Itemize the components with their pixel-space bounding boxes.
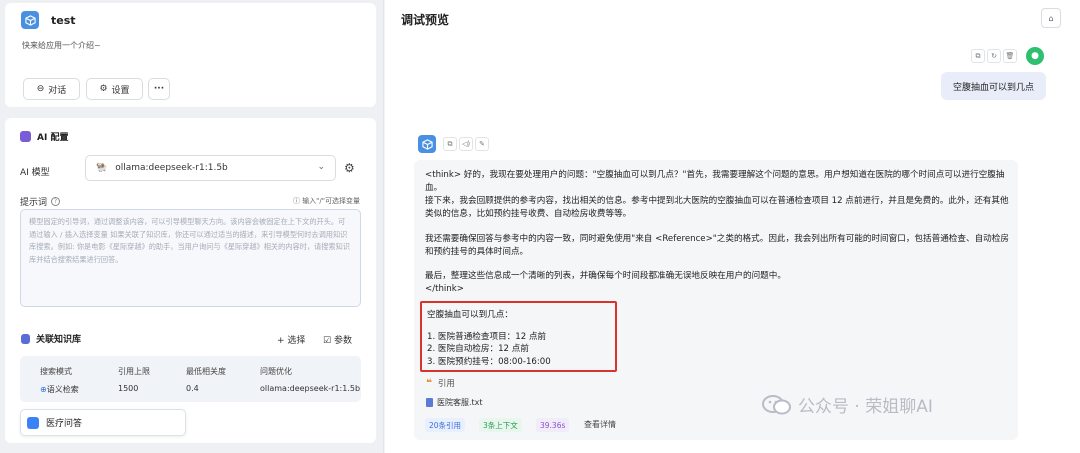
ai-message-tools: ⧉ ◁) ✎ [443,137,489,151]
context-badge[interactable]: 3条上下文 [479,418,522,432]
kb-select-button[interactable]: + 选择 [277,333,305,346]
quote-icon: ❝ [426,377,432,389]
chat-button[interactable]: ⊖ 对话 [23,78,80,100]
think-paragraph: 最后，整理这些信息成一个清晰的列表，并确保每个时间段都准确无误地反映在用户的问题… [425,271,786,281]
file-icon [426,397,433,407]
list-item: 1. 医院普通检查项目：12 点前 [427,331,547,342]
answer-title: 空腹抽血可以到几点： [427,310,513,320]
think-paragraph: <think> 好的，我现在要处理用户的问题："空腹抽血可以到几点？"首先，我需… [425,170,1005,194]
kb-search-table: 搜索模式 引用上限 最低相关度 问题优化 ⊕语义检索 1500 0.4 olla… [20,356,361,402]
answer-highlight-box: 空腹抽血可以到几点： 1. 医院普通检查项目：12 点前 2. 医院自动检房：1… [420,301,617,372]
watermark: 公众号 · 荣姐聊AI [762,392,933,417]
copy-icon[interactable]: ⧉ [971,49,985,63]
database-icon [21,333,30,344]
edit-icon: ☑ [323,336,332,346]
ai-config-card: AI 配置 AI 模型 🐏 ollama:deepseek-r1:1.5b ⌄ … [5,118,376,443]
edit-icon[interactable]: ✎ [475,137,489,151]
response-time-badge: 39.36s [536,418,570,432]
user-avatar: ● [1026,47,1044,65]
list-item: 3. 医院预约挂号：08:00-16:00 [427,356,551,367]
list-item: 2. 医院自动检房：12 点前 [427,344,529,354]
model-label: AI 模型 [20,168,50,178]
delete-icon[interactable]: 🗑 [1003,49,1017,63]
prompt-label: 提示词 ? [20,195,61,208]
debug-preview-panel: 调试预览 ⌂ ⧉ ↻ 🗑 ● 空腹抽血可以到几点 ⧉ ◁) ✎ <think> … [385,0,1080,453]
app-name: test [51,14,76,27]
think-paragraph: 我还需要确保回答与参考中的内容一致，同时避免使用"来自 <Reference>"… [425,234,1009,258]
model-settings-gear-icon[interactable]: ⚙ [344,161,355,175]
dataset-chip-medical[interactable]: 医疗问答 [20,409,186,436]
app-info-card: test 快来给应用一个介绍~ ⊖ 对话 ⚙ 设置 ··· [5,3,376,107]
quote-file-chip[interactable]: 医院客服.txt [426,395,483,409]
clear-icon[interactable]: ⌂ [1041,8,1061,28]
think-paragraph: 接下来，我会回顾提供的参考内容，找出相关的信息。参考中提到北大医院的空腹抽血可以… [425,196,1009,220]
copy-icon[interactable]: ⧉ [443,137,457,151]
retry-icon[interactable]: ↻ [987,49,1001,63]
prompt-variable-hint: ⓘ 输入"/"可选择变量 [292,197,360,205]
robot-icon [20,131,31,142]
prompt-textarea[interactable]: 模型固定的引导词，通过调整该内容，可以引导模型聊天方向。该内容会被固定在上下文的… [20,209,361,307]
gear-icon: ⚙ [99,84,108,94]
help-icon[interactable]: ? [51,197,61,206]
app-cube-icon [21,11,39,29]
quote-section-label: ❝ 引用 [426,377,455,390]
semantic-search-icon: ⊕ [40,385,47,394]
app-description: 快来给应用一个介绍~ [22,41,101,50]
ai-config-title: AI 配置 [20,130,68,143]
user-message-bubble: 空腹抽血可以到几点 [941,72,1046,100]
kb-params-button[interactable]: ☑ 参数 [323,333,352,346]
chat-bubble-icon: ⊖ [36,84,45,94]
view-details-link[interactable]: 查看详情 [584,419,616,430]
left-panel: test 快来给应用一个介绍~ ⊖ 对话 ⚙ 设置 ··· AI 配置 AI 模… [0,0,384,453]
references-badge[interactable]: 20条引用 [425,418,466,432]
knowledge-base-title: 关联知识库 [21,332,81,345]
preview-title: 调试预览 [401,13,450,27]
wechat-logo-icon [762,394,792,416]
user-message-tools: ⧉ ↻ 🗑 [971,49,1017,63]
dataset-icon [27,416,39,429]
more-button[interactable]: ··· [148,78,170,100]
model-select[interactable]: 🐏 ollama:deepseek-r1:1.5b ⌄ [85,155,336,181]
settings-button[interactable]: ⚙ 设置 [86,78,143,100]
ai-avatar-cube-icon [418,135,436,153]
model-provider-icon: 🐏 [96,163,108,173]
think-end-tag: </think> [425,284,464,294]
chevron-down-icon: ⌄ [317,162,325,172]
speaker-icon[interactable]: ◁) [459,137,473,151]
